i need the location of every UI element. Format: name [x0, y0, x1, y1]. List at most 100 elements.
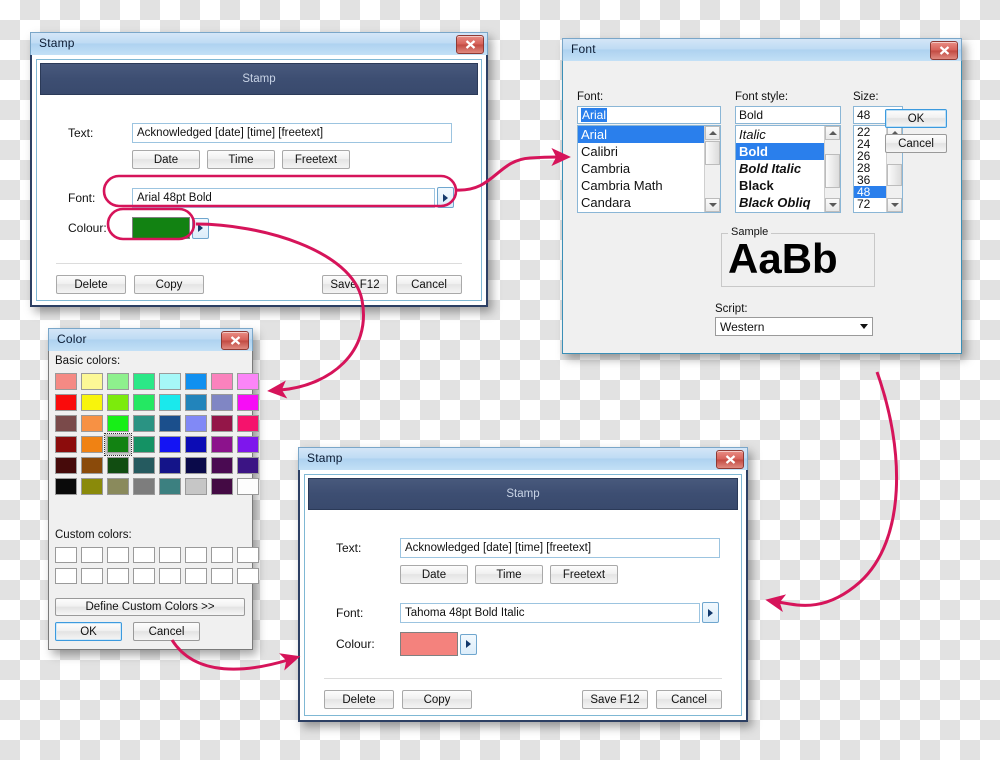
font-style-item[interactable]: Italic	[736, 126, 824, 143]
basic-color-swatch[interactable]	[159, 373, 181, 390]
color-dialog-titlebar[interactable]: Color	[48, 328, 253, 351]
basic-color-swatch[interactable]	[55, 394, 77, 411]
basic-color-swatch[interactable]	[104, 433, 132, 456]
basic-color-swatch[interactable]	[107, 373, 129, 390]
font-family-list[interactable]: Arial Calibri Cambria Cambria Math Canda…	[577, 125, 721, 213]
basic-color-swatch[interactable]	[55, 436, 77, 453]
custom-color-swatch[interactable]	[55, 568, 77, 584]
font-picker-button[interactable]	[437, 187, 454, 208]
basic-color-swatch[interactable]	[211, 457, 233, 474]
font-dialog-titlebar[interactable]: Font	[562, 38, 962, 61]
font-style-input[interactable]: Bold	[735, 106, 841, 124]
basic-color-swatch[interactable]	[185, 373, 207, 390]
font-style-scrollbar[interactable]	[824, 126, 840, 212]
basic-color-swatch[interactable]	[159, 478, 181, 495]
custom-color-swatch[interactable]	[237, 547, 259, 563]
cancel-button[interactable]: Cancel	[656, 690, 722, 709]
colour-swatch[interactable]	[400, 632, 458, 656]
font-family-scrollbar[interactable]	[704, 126, 720, 212]
copy-button[interactable]: Copy	[402, 690, 472, 709]
custom-color-swatch[interactable]	[81, 547, 103, 563]
basic-color-swatch[interactable]	[133, 373, 155, 390]
basic-color-swatch[interactable]	[159, 457, 181, 474]
basic-color-swatch[interactable]	[55, 457, 77, 474]
time-button[interactable]: Time	[475, 565, 543, 584]
colour-picker-button[interactable]	[460, 633, 477, 655]
text-input[interactable]: Acknowledged [date] [time] [freetext]	[132, 123, 452, 143]
close-icon[interactable]	[221, 331, 249, 350]
freetext-button[interactable]: Freetext	[550, 565, 618, 584]
stamp-dialog-before[interactable]: Stamp Stamp Text: Acknowledged [date] [t…	[30, 32, 488, 307]
basic-color-swatch[interactable]	[185, 478, 207, 495]
scrollbar-thumb[interactable]	[825, 154, 840, 188]
basic-color-swatch[interactable]	[159, 394, 181, 411]
stamp-after-titlebar[interactable]: Stamp	[298, 447, 748, 470]
close-icon[interactable]	[456, 35, 484, 54]
text-input[interactable]: Acknowledged [date] [time] [freetext]	[400, 538, 720, 558]
date-button[interactable]: Date	[132, 150, 200, 169]
scroll-up-icon[interactable]	[705, 126, 720, 140]
basic-color-swatch[interactable]	[133, 457, 155, 474]
font-style-list[interactable]: Italic Bold Bold Italic Black Black Obli…	[735, 125, 841, 213]
delete-button[interactable]: Delete	[324, 690, 394, 709]
basic-color-swatch[interactable]	[185, 415, 207, 432]
basic-color-swatch[interactable]	[55, 415, 77, 432]
font-dialog[interactable]: Font Font: Arial Arial Calibri Cambria C…	[562, 38, 962, 354]
custom-color-swatch[interactable]	[107, 568, 129, 584]
custom-color-swatch[interactable]	[185, 547, 207, 563]
basic-color-swatch[interactable]	[107, 394, 129, 411]
custom-color-swatch[interactable]	[185, 568, 207, 584]
basic-color-swatch[interactable]	[237, 394, 259, 411]
basic-color-swatch[interactable]	[185, 457, 207, 474]
font-family-item[interactable]: Candara	[578, 194, 704, 211]
custom-color-swatch[interactable]	[159, 547, 181, 563]
basic-color-swatch[interactable]	[81, 457, 103, 474]
custom-color-swatch[interactable]	[107, 547, 129, 563]
close-icon[interactable]	[716, 450, 744, 469]
basic-color-swatch[interactable]	[237, 373, 259, 390]
custom-color-swatch[interactable]	[237, 568, 259, 584]
save-button[interactable]: Save F12	[322, 275, 388, 294]
basic-color-swatch[interactable]	[55, 373, 77, 390]
basic-color-swatch[interactable]	[107, 478, 129, 495]
basic-color-swatch[interactable]	[81, 478, 103, 495]
custom-color-swatch[interactable]	[211, 568, 233, 584]
custom-color-swatch[interactable]	[133, 568, 155, 584]
basic-color-swatch[interactable]	[159, 436, 181, 453]
font-input[interactable]: Arial 48pt Bold	[132, 187, 435, 208]
basic-color-swatch[interactable]	[133, 436, 155, 453]
ok-button[interactable]: OK	[55, 622, 122, 641]
font-style-item[interactable]: Bold Italic	[736, 160, 824, 177]
basic-color-swatch[interactable]	[211, 394, 233, 411]
basic-color-swatch[interactable]	[237, 415, 259, 432]
basic-color-swatch[interactable]	[185, 436, 207, 453]
freetext-button[interactable]: Freetext	[282, 150, 350, 169]
stamp-dialog-after[interactable]: Stamp Stamp Text: Acknowledged [date] [t…	[298, 447, 748, 722]
basic-color-swatch[interactable]	[81, 373, 103, 390]
custom-color-swatch[interactable]	[55, 547, 77, 563]
date-button[interactable]: Date	[400, 565, 468, 584]
basic-color-swatch[interactable]	[133, 415, 155, 432]
custom-color-swatch[interactable]	[211, 547, 233, 563]
basic-color-swatch[interactable]	[237, 457, 259, 474]
font-input[interactable]: Tahoma 48pt Bold Italic	[400, 602, 700, 623]
define-custom-colors-button[interactable]: Define Custom Colors >>	[55, 598, 245, 616]
basic-color-swatch[interactable]	[211, 415, 233, 432]
stamp-before-titlebar[interactable]: Stamp	[30, 32, 488, 55]
color-dialog[interactable]: Color Basic colors: Custom colors: Defin…	[48, 328, 259, 650]
scrollbar-thumb[interactable]	[705, 141, 720, 165]
basic-color-swatch[interactable]	[211, 436, 233, 453]
basic-color-swatch[interactable]	[211, 478, 233, 495]
colour-swatch[interactable]	[132, 217, 190, 239]
cancel-button[interactable]: Cancel	[885, 134, 947, 153]
font-picker-button[interactable]	[702, 602, 719, 623]
custom-color-swatch[interactable]	[81, 568, 103, 584]
scrollbar-thumb[interactable]	[887, 164, 902, 186]
ok-button[interactable]: OK	[885, 109, 947, 128]
font-style-item[interactable]: Black	[736, 177, 824, 194]
basic-color-swatch[interactable]	[185, 394, 207, 411]
time-button[interactable]: Time	[207, 150, 275, 169]
scroll-down-icon[interactable]	[887, 198, 902, 212]
basic-color-swatch[interactable]	[81, 436, 103, 453]
basic-color-swatch[interactable]	[107, 457, 129, 474]
